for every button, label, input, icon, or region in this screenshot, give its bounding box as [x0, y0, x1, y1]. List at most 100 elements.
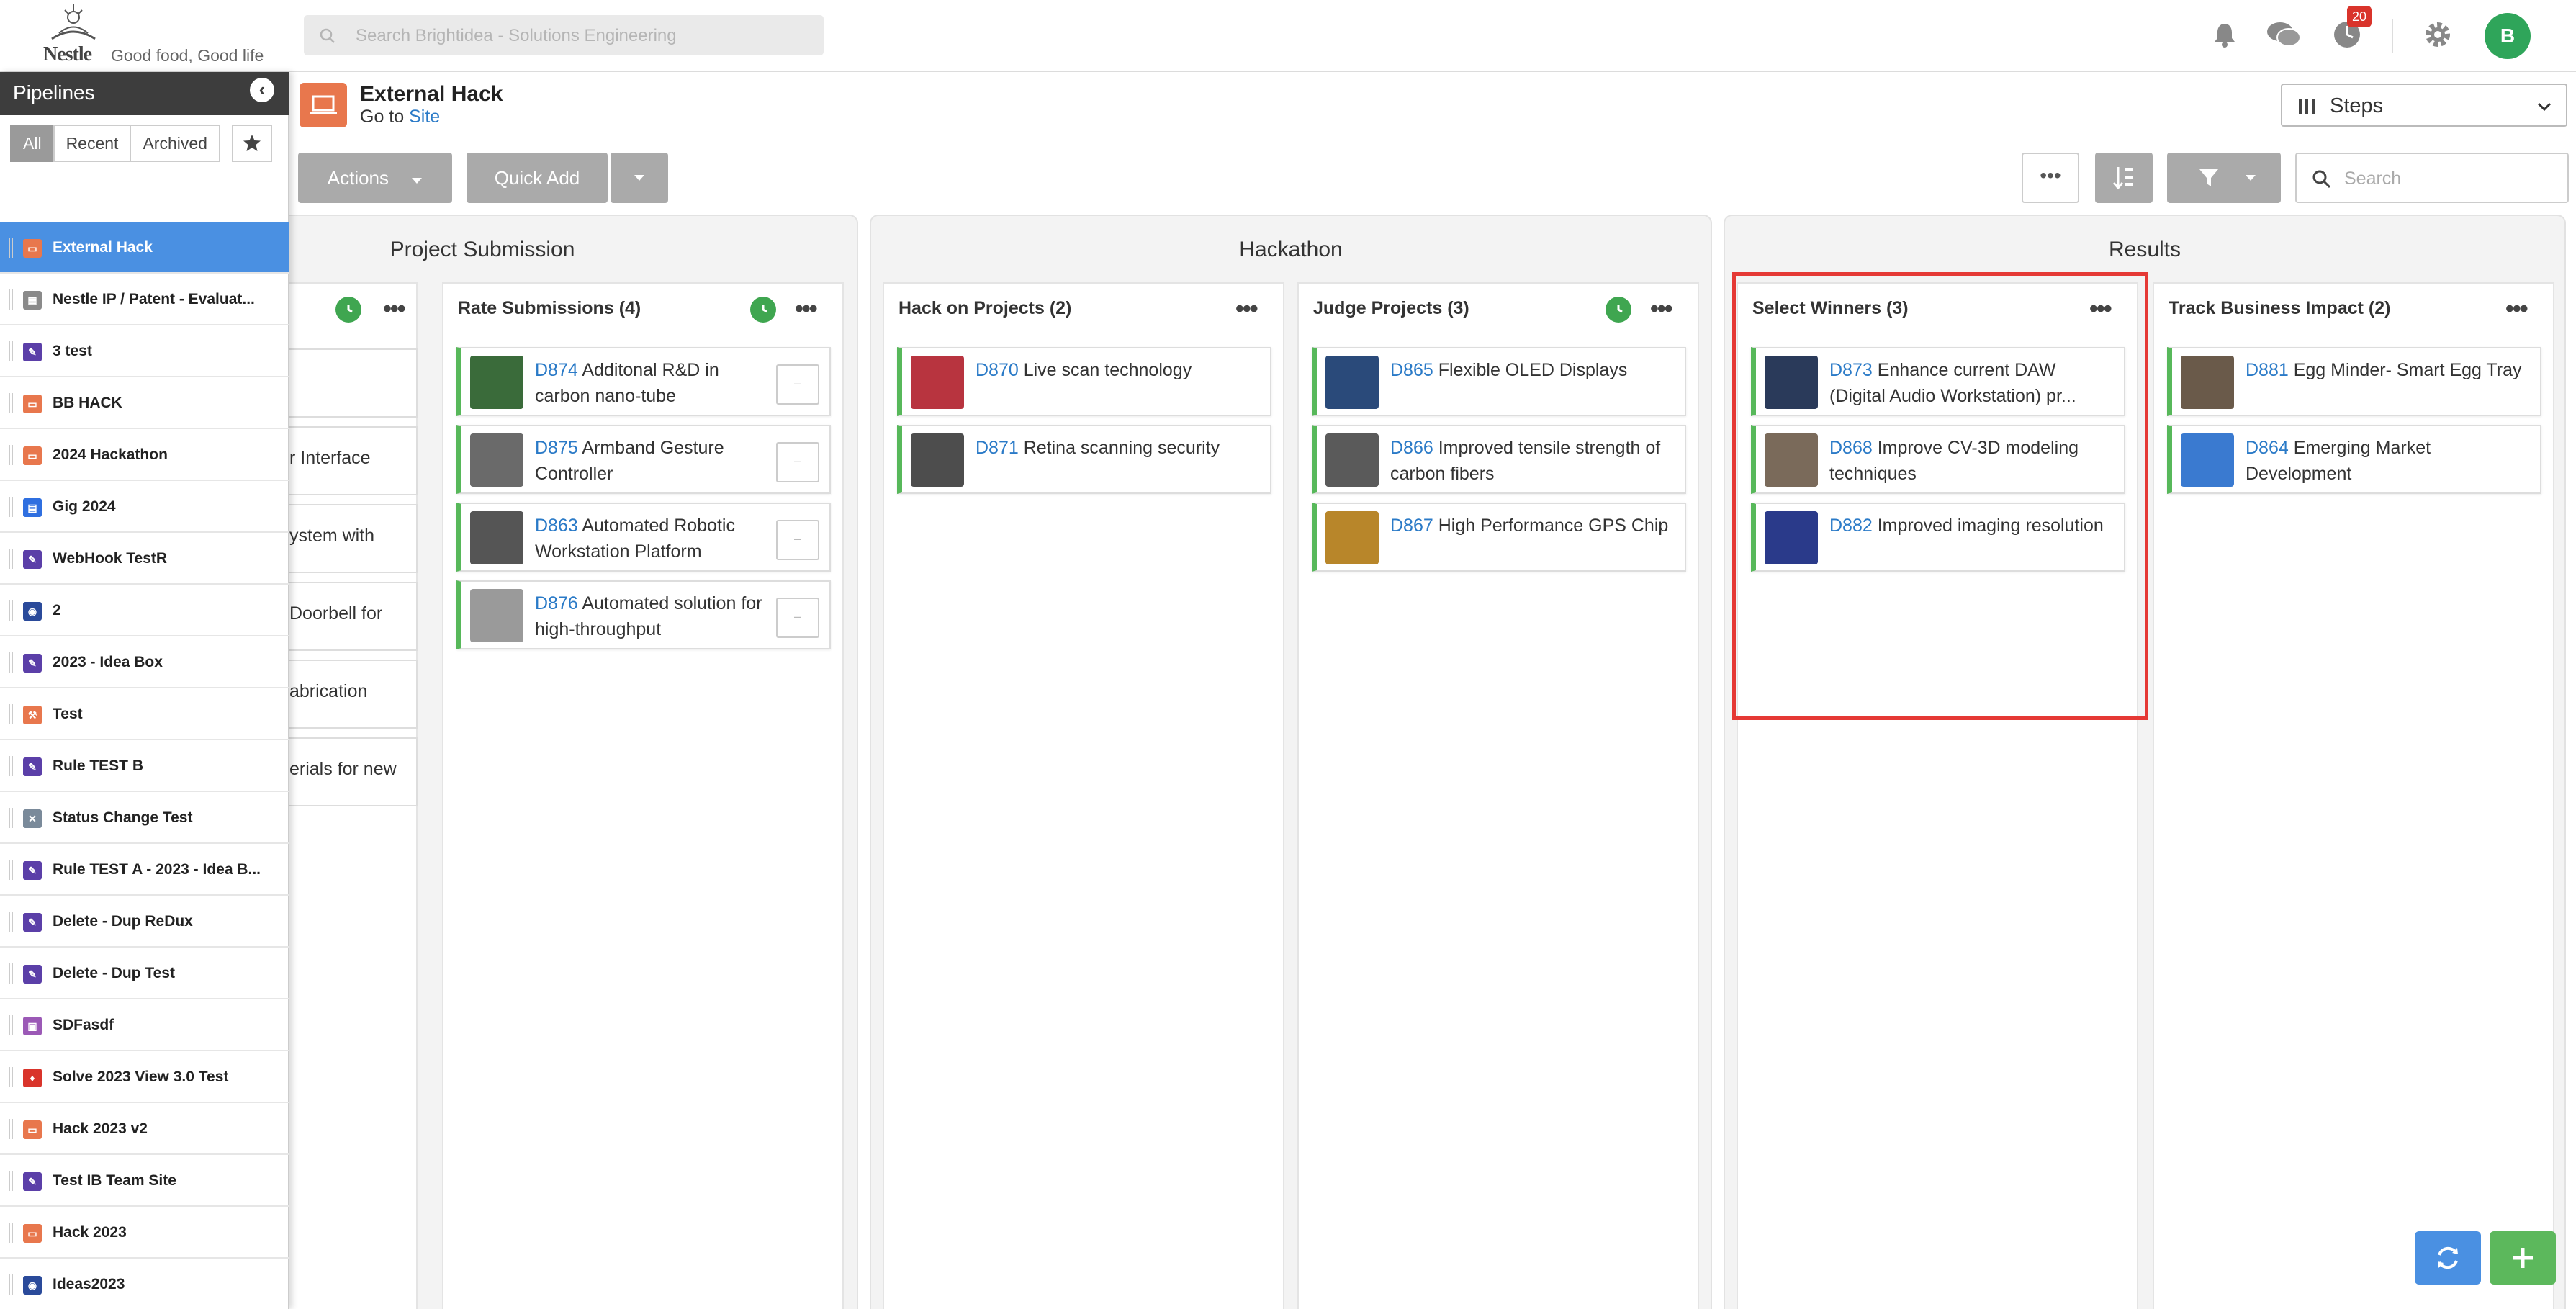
sidebar-item[interactable]: ✎ Delete - Dup Test [0, 948, 289, 999]
rating-checkbox[interactable]: – [776, 520, 819, 560]
sidebar-item[interactable]: ▣ SDFasdf [0, 999, 289, 1051]
idea-card[interactable]: D876 Automated solution for high-through… [456, 580, 831, 649]
idea-card[interactable]: D881 Egg Minder- Smart Egg Tray [2167, 347, 2541, 416]
view-select[interactable]: Steps [2281, 84, 2567, 127]
drag-handle-icon[interactable] [9, 1119, 13, 1139]
refresh-button[interactable] [2415, 1231, 2481, 1285]
drag-handle-icon[interactable] [9, 1015, 13, 1035]
idea-card[interactable]: D866 Improved tensile strength of carbon… [1312, 425, 1686, 494]
column-more-icon[interactable]: ••• [2505, 295, 2528, 323]
sidebar-item[interactable]: ✕ Status Change Test [0, 792, 289, 844]
drag-handle-icon[interactable] [9, 1223, 13, 1243]
drag-handle-icon[interactable] [9, 445, 13, 465]
card-id-link[interactable]: D867 [1390, 516, 1433, 536]
gear-icon[interactable] [2419, 16, 2456, 53]
column-more-icon[interactable]: ••• [383, 295, 406, 323]
tab-all[interactable]: All [10, 125, 55, 162]
card-id-link[interactable]: D863 [535, 516, 578, 536]
drag-handle-icon[interactable] [9, 756, 13, 776]
card-id-link[interactable]: D871 [976, 438, 1019, 458]
sidebar-item[interactable]: ▦ Nestle IP / Patent - Evaluat... [0, 274, 289, 325]
card-id-link[interactable]: D881 [2246, 360, 2289, 380]
quick-add-dropdown[interactable] [611, 153, 668, 203]
rating-checkbox[interactable]: – [776, 598, 819, 638]
sidebar-item[interactable]: ✎ Rule TEST B [0, 740, 289, 792]
sidebar-item[interactable]: ✎ Delete - Dup ReDux [0, 896, 289, 948]
drag-handle-icon[interactable] [9, 1274, 13, 1295]
idea-card[interactable]: D864 Emerging Market Development [2167, 425, 2541, 494]
sidebar-item[interactable]: ▭ BB HACK [0, 377, 289, 429]
drag-handle-icon[interactable] [9, 912, 13, 932]
sidebar-item[interactable]: ✎ 2023 - Idea Box [0, 636, 289, 688]
sidebar-item[interactable]: ✎ 3 test [0, 325, 289, 377]
drag-handle-icon[interactable] [9, 704, 13, 724]
card-id-link[interactable]: D876 [535, 593, 578, 613]
actions-button[interactable]: Actions [298, 153, 452, 203]
card-partial[interactable]: r Interface [288, 426, 418, 495]
drag-handle-icon[interactable] [9, 497, 13, 517]
card-id-link[interactable]: D864 [2246, 438, 2289, 458]
sidebar-item[interactable]: ♦ Solve 2023 View 3.0 Test [0, 1051, 289, 1103]
collapse-chevron-icon[interactable]: ‹ [250, 78, 274, 102]
idea-card[interactable]: D870 Live scan technology [897, 347, 1271, 416]
card-partial[interactable] [288, 348, 418, 418]
add-item-button[interactable] [2490, 1231, 2556, 1285]
sidebar-item[interactable]: ✎ Rule TEST A - 2023 - Idea B... [0, 844, 289, 896]
card-id-link[interactable]: D870 [976, 360, 1019, 380]
drag-handle-icon[interactable] [9, 238, 13, 258]
card-partial[interactable]: abrication [288, 660, 418, 729]
sidebar-item[interactable]: ✎ WebHook TestR [0, 533, 289, 585]
company-logo[interactable]: Nestle Good food, Good life [40, 3, 278, 66]
bell-icon[interactable] [2206, 16, 2243, 53]
filter-button[interactable] [2167, 153, 2281, 203]
idea-card[interactable]: D867 High Performance GPS Chip [1312, 503, 1686, 572]
idea-card[interactable]: D863 Automated Robotic Workstation Platf… [456, 503, 831, 572]
sidebar-item[interactable]: ▭ Hack 2023 v2 [0, 1103, 289, 1155]
drag-handle-icon[interactable] [9, 393, 13, 413]
card-id-link[interactable]: D874 [535, 360, 578, 380]
more-options-button[interactable]: ••• [2022, 153, 2079, 203]
drag-handle-icon[interactable] [9, 860, 13, 880]
column-more-icon[interactable]: ••• [1235, 295, 1258, 323]
sidebar-item[interactable]: ◉ Ideas2023 [0, 1259, 289, 1309]
card-id-link[interactable]: D875 [535, 438, 578, 458]
drag-handle-icon[interactable] [9, 652, 13, 673]
rating-checkbox[interactable]: – [776, 364, 819, 405]
card-partial[interactable]: Doorbell for [288, 582, 418, 651]
column-more-icon[interactable]: ••• [795, 295, 818, 323]
rating-checkbox[interactable]: – [776, 442, 819, 482]
card-id-link[interactable]: D865 [1390, 360, 1433, 380]
drag-handle-icon[interactable] [9, 600, 13, 621]
board-search-input[interactable]: Search [2295, 153, 2569, 203]
sort-button[interactable] [2095, 153, 2153, 203]
column-more-icon[interactable]: ••• [1650, 295, 1673, 323]
drag-handle-icon[interactable] [9, 289, 13, 310]
drag-handle-icon[interactable] [9, 963, 13, 984]
drag-handle-icon[interactable] [9, 549, 13, 569]
idea-card[interactable]: D871 Retina scanning security [897, 425, 1271, 494]
sidebar-item[interactable]: ◉ 2 [0, 585, 289, 636]
idea-card[interactable]: D865 Flexible OLED Displays [1312, 347, 1686, 416]
sidebar-item[interactable]: ▭ Hack 2023 [0, 1207, 289, 1259]
star-icon[interactable] [232, 125, 272, 162]
sidebar-item[interactable]: ▤ Gig 2024 [0, 481, 289, 533]
site-link[interactable]: Site [409, 107, 440, 127]
tab-archived[interactable]: Archived [130, 125, 220, 162]
global-search-input[interactable]: Search Brightidea - Solutions Engineerin… [304, 15, 824, 55]
idea-card[interactable]: D874 Additonal R&D in carbon nano-tube – [456, 347, 831, 416]
quick-add-button[interactable]: Quick Add [467, 153, 608, 203]
card-partial[interactable]: erials for new [288, 737, 418, 806]
tab-recent[interactable]: Recent [53, 125, 132, 162]
card-id-link[interactable]: D866 [1390, 438, 1433, 458]
drag-handle-icon[interactable] [9, 1171, 13, 1191]
drag-handle-icon[interactable] [9, 808, 13, 828]
drag-handle-icon[interactable] [9, 1067, 13, 1087]
avatar[interactable]: B [2485, 13, 2531, 59]
idea-card[interactable]: D875 Armband Gesture Controller – [456, 425, 831, 494]
chat-icon[interactable] [2265, 16, 2302, 53]
sidebar-item[interactable]: ▭ 2024 Hackathon [0, 429, 289, 481]
sidebar-item[interactable]: ✎ Test IB Team Site [0, 1155, 289, 1207]
sidebar-item[interactable]: ▭ External Hack [0, 222, 289, 274]
card-partial[interactable]: ystem with [288, 504, 418, 573]
sidebar-item[interactable]: ⚒ Test [0, 688, 289, 740]
